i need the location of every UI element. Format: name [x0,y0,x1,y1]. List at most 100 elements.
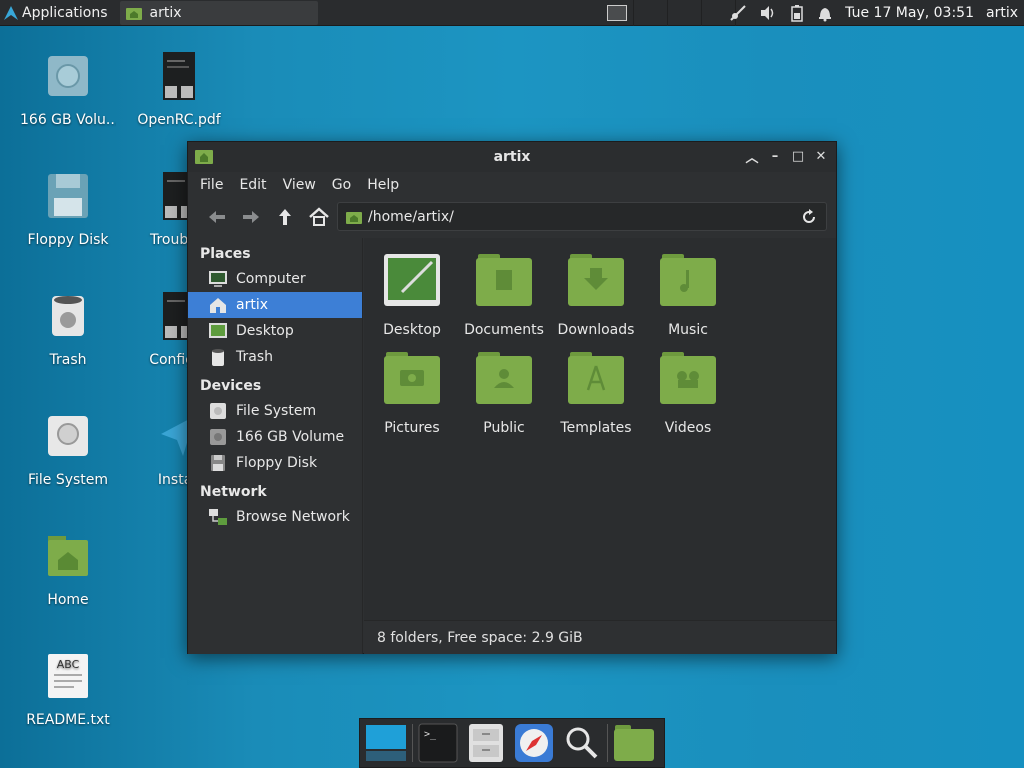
sidebar-item-artix[interactable]: artix [188,292,362,318]
user-menu[interactable]: artix [986,5,1018,21]
location-path[interactable]: /home/artix/ [368,209,798,225]
workspace-1[interactable] [600,0,634,26]
desktop-icon-label: OpenRC.pdf [137,112,221,128]
computer-icon [209,271,227,287]
downloads-folder-icon [568,254,624,306]
menu-edit[interactable]: Edit [239,177,266,193]
home-button[interactable] [304,202,334,232]
home-folder-icon [125,7,142,20]
forward-button[interactable] [236,202,266,232]
system-tray: Tue 17 May, 03:51 artix [723,0,1024,26]
public-folder-icon [476,352,532,404]
folder-icon [614,725,655,761]
menu-go[interactable]: Go [332,177,351,193]
show-desktop-icon [365,725,406,761]
location-bar[interactable]: /home/artix/ [337,202,827,231]
desktop-icon-label: Floppy Disk [27,232,109,248]
music-folder-icon [660,254,716,306]
desktop-icon-label: README.txt [26,712,110,728]
taskbar-window-label: artix [149,4,182,21]
network-icon[interactable] [729,4,747,22]
home-folder-icon [48,536,88,576]
sidebar-item-file-system[interactable]: File System [188,398,362,424]
folder-label: Documents [464,322,544,338]
sidebar: Places Computer artix Desktop Trash Devi… [188,238,363,654]
menu-help[interactable]: Help [367,177,399,193]
desktop-icon-166gb-volume[interactable]: 166 GB Volu... [20,52,116,128]
network-icon [209,509,227,525]
folder-item-public[interactable]: Public [458,348,550,436]
folder-item-downloads[interactable]: Downloads [550,250,642,338]
trash-icon [212,349,224,366]
menu-view[interactable]: View [283,177,316,193]
folder-item-desktop[interactable]: Desktop [366,250,458,338]
applications-label: Applications [22,4,108,21]
folder-view: Desktop Documents Downloads Music Pictur… [364,238,836,620]
pictures-folder-icon [384,352,440,404]
battery-icon[interactable] [789,4,805,22]
minimize-icon[interactable]: – [768,148,782,164]
folder-item-pictures[interactable]: Pictures [366,348,458,436]
home-folder-icon [346,211,362,224]
arrow-right-icon [243,211,259,223]
workspace-switcher [600,0,736,26]
dock-web-browser[interactable] [512,720,556,766]
floppy-icon [48,174,88,218]
close-icon[interactable]: ✕ [814,148,828,164]
dock-search[interactable] [560,720,604,766]
folder-item-templates[interactable]: Templates [550,348,642,436]
desktop-icon-readme[interactable]: ABC README.txt [20,652,116,728]
desktop-icon-home[interactable]: Home [20,532,116,608]
desktop-icon-trash[interactable]: Trash [20,292,116,368]
desktop-folder-icon [384,254,440,306]
folder-label: Public [483,420,525,436]
sidebar-item-computer[interactable]: Computer [188,266,362,292]
file-manager-window: artix ︿ – □ ✕ File Edit View Go Help /ho… [187,141,837,654]
shade-icon[interactable]: ︿ [745,148,759,166]
sidebar-item-browse-network[interactable]: Browse Network [188,504,362,530]
folder-label: Templates [560,420,632,436]
folder-item-documents[interactable]: Documents [458,250,550,338]
sidebar-item-166gb-volume[interactable]: 166 GB Volume [188,424,362,450]
desktop-icon-floppy-disk[interactable]: Floppy Disk [20,172,116,248]
maximize-icon[interactable]: □ [791,148,805,164]
folder-item-videos[interactable]: Videos [642,348,734,436]
taskbar-window-button[interactable]: artix [119,0,318,25]
svg-text:>_: >_ [424,729,437,740]
workspace-2[interactable] [634,0,668,26]
dock-home-folder[interactable] [612,720,656,766]
compass-icon [514,724,553,762]
desktop-icon-file-system[interactable]: File System [20,412,116,488]
sidebar-item-label: Trash [236,349,273,365]
sidebar-header-places: Places [200,246,251,262]
dock-terminal[interactable]: >_ [417,720,461,766]
dock-file-manager[interactable] [464,720,508,766]
dock-show-desktop[interactable] [364,720,408,766]
desktop-icon-label: Home [47,592,89,608]
up-button[interactable] [270,202,300,232]
home-icon [210,298,226,313]
desktop-icon-openrc-pdf[interactable]: OpenRC.pdf [131,52,227,128]
sidebar-header-devices: Devices [200,378,262,394]
folder-label: Desktop [383,322,441,338]
search-icon [566,727,597,759]
notification-bell-icon[interactable] [817,4,833,22]
window-titlebar[interactable]: artix ︿ – □ ✕ [188,142,836,172]
reload-icon[interactable] [798,206,820,228]
sidebar-item-label: Browse Network [236,509,350,525]
workspace-3[interactable] [668,0,702,26]
back-button[interactable] [202,202,232,232]
menu-file[interactable]: File [200,177,223,193]
dock: >_ [359,718,665,768]
folder-item-music[interactable]: Music [642,250,734,338]
arrow-left-icon [209,211,225,223]
sidebar-item-floppy-disk[interactable]: Floppy Disk [188,450,362,476]
volume-icon[interactable] [759,4,777,22]
folder-label: Music [668,322,708,338]
folder-label: Pictures [384,420,440,436]
sidebar-item-label: artix [236,297,268,313]
sidebar-item-desktop[interactable]: Desktop [188,318,362,344]
applications-menu-button[interactable]: Applications [0,0,112,26]
sidebar-item-trash[interactable]: Trash [188,344,362,370]
clock[interactable]: Tue 17 May, 03:51 [845,5,974,21]
